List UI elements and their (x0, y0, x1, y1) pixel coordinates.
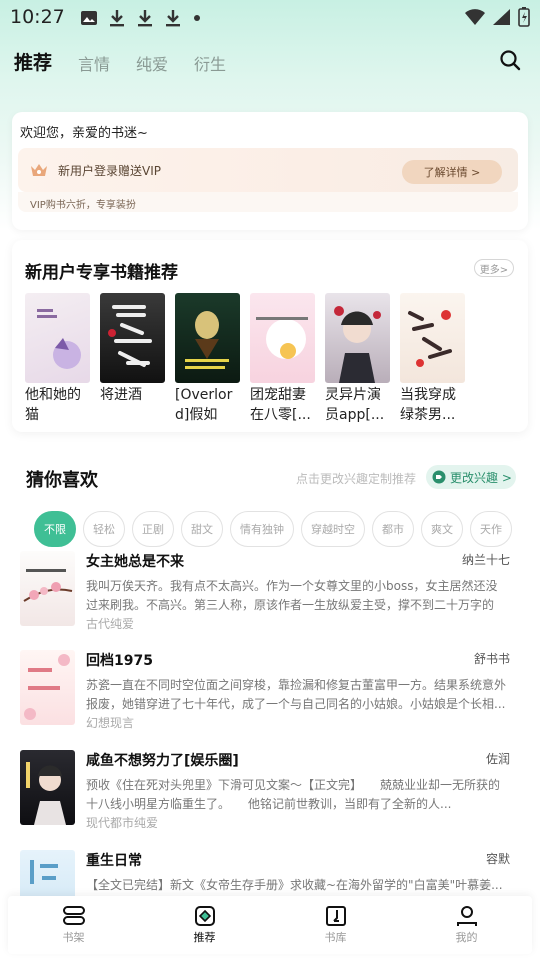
status-time: 10:27 (10, 6, 65, 28)
recommend-icon (194, 906, 215, 926)
download-icon (110, 10, 124, 27)
book-cover (400, 293, 465, 383)
download-icon (166, 10, 180, 27)
list-item-title: 重生日常 (86, 853, 142, 869)
guess-title: 猜你喜欢 (26, 470, 98, 491)
tag-item[interactable]: 都市 (372, 511, 414, 547)
bottom-nav: 书架 推荐 书库 我的 (8, 896, 532, 954)
tag-icon (432, 470, 446, 484)
list-item-author: 舒书书 (473, 652, 510, 666)
nav-profile[interactable]: 我的 (427, 905, 507, 945)
vip-details-button[interactable]: 了解详情 > (402, 160, 502, 184)
tag-item[interactable]: 穿越时空 (301, 511, 365, 547)
vip-banner[interactable]: 新用户登录赠送VIP 了解详情 > (18, 148, 518, 192)
tab-recommend[interactable]: 推荐 (11, 48, 55, 75)
list-item-title: 回档1975 (86, 653, 153, 669)
signal-icon (493, 9, 510, 25)
book-card[interactable]: 当我穿成绿茶男... (400, 293, 465, 425)
top-tab-bar: 推荐 言情 纯爱 衍生 (11, 48, 226, 75)
list-item-tags: 幻想现言 (86, 716, 135, 730)
book-cover (25, 293, 90, 383)
list-item-author: 容默 (485, 852, 510, 866)
list-item-desc: 苏瓷一直在不同时空位面之间穿梭，靠捡漏和修复古董富甲一方。结果系统意外报废，她错… (86, 678, 506, 711)
bookshelf-icon (62, 906, 85, 925)
profile-icon (456, 906, 477, 926)
nav-label: 推荐 (193, 931, 216, 944)
change-interest-label: 更改兴趣 > (450, 470, 512, 485)
tab-derivative[interactable]: 衍生 (194, 51, 226, 75)
tag-item[interactable]: 轻松 (83, 511, 125, 547)
book-row: 他和她的猫 将进酒 [Overlord]假如莫... 团宠甜妻在八零[... 灵… (25, 293, 465, 425)
tag-item[interactable]: 爽文 (421, 511, 463, 547)
list-item[interactable]: 重生日常 容默 【全文已完结】新文《女帝生存手册》求收藏~在海外留学的"白富美"… (20, 850, 512, 896)
book-title: 将进酒 (100, 387, 142, 403)
book-cover (20, 750, 75, 825)
guess-hint: 点击更改兴趣定制推荐 (296, 472, 417, 486)
welcome-greeting: 欢迎您，亲爱的书迷~ (20, 126, 148, 141)
list-item[interactable]: 回档1975 舒书书 苏瓷一直在不同时空位面之间穿梭，靠捡漏和修复古董富甲一方。… (20, 650, 512, 742)
book-card[interactable]: 将进酒 (100, 293, 165, 425)
book-cover (20, 850, 75, 896)
book-title: 团宠甜妻在八零[... (250, 387, 311, 423)
nav-bookshelf[interactable]: 书架 (34, 905, 114, 945)
nav-label: 书库 (324, 931, 347, 944)
nav-library[interactable]: 书库 (296, 905, 376, 945)
nav-recommend[interactable]: 推荐 (165, 905, 245, 945)
list-item-desc: 【全文已完结】新文《女帝生存手册》求收藏~在海外留学的"白富美"叶慕姜... (86, 878, 503, 892)
tab-romance[interactable]: 言情 (78, 51, 110, 75)
nav-label: 我的 (455, 931, 478, 944)
book-cover (20, 650, 75, 725)
list-item-desc: 我叫万俟天齐。我有点不太高兴。作为一个女尊文里的小boss，女主居然还没过来刷我… (86, 579, 498, 612)
new-user-books-section: 新用户专享书籍推荐 更多> 他和她的猫 将进酒 [Overlord]假如莫...… (12, 240, 528, 432)
tag-item[interactable]: 甜文 (181, 511, 223, 547)
tag-all[interactable]: 不限 (34, 511, 76, 547)
list-item-title: 女主她总是不来 (86, 554, 184, 570)
book-cover (100, 293, 165, 383)
tag-item[interactable]: 正剧 (132, 511, 174, 547)
wifi-icon (465, 9, 485, 25)
more-button[interactable]: 更多> (474, 259, 514, 277)
list-item[interactable]: 咸鱼不想努力了[娱乐圈] 佐润 预收《住在死对头兜里》下滑可见文案～【正文完】 … (20, 750, 512, 842)
nav-label: 书架 (62, 931, 85, 944)
book-cover (175, 293, 240, 383)
book-cover (20, 551, 75, 626)
battery-icon (518, 7, 530, 27)
book-card[interactable]: 团宠甜妻在八零[... (250, 293, 315, 425)
dot-icon (194, 15, 200, 21)
list-item-title: 咸鱼不想努力了[娱乐圈] (86, 753, 239, 769)
list-item-tags: 古代纯爱 (86, 617, 135, 631)
welcome-card: 欢迎您，亲爱的书迷~ 新用户登录赠送VIP 了解详情 > VIP购书六折，专享装… (12, 112, 528, 230)
book-title: 当我穿成绿茶男... (400, 387, 456, 423)
image-icon (81, 11, 97, 25)
list-item-author: 纳兰十七 (461, 553, 510, 567)
list-item[interactable]: 女主她总是不来 纳兰十七 我叫万俟天齐。我有点不太高兴。作为一个女尊文里的小bo… (20, 551, 512, 643)
library-icon (325, 906, 346, 926)
book-title: [Overlord]假如莫... (175, 387, 233, 423)
vip-text: 新用户登录赠送VIP (58, 164, 161, 178)
interest-tag-bar: 不限 轻松 正剧 甜文 情有独钟 穿越时空 都市 爽文 天作 (34, 511, 540, 547)
list-item-desc: 预收《住在死对头兜里》下滑可见文案～【正文完】 兢兢业业却一无所获的十八线小明星… (86, 778, 501, 811)
crown-icon (31, 164, 47, 176)
change-interest-button[interactable]: 更改兴趣 > (426, 465, 516, 489)
tag-item[interactable]: 情有独钟 (230, 511, 294, 547)
book-title: 灵异片演员app[... (325, 387, 385, 423)
book-cover (325, 293, 390, 383)
list-item-tags: 现代都市纯爱 (86, 816, 159, 830)
vip-sub-strip: VIP购书六折，专享装扮 (18, 192, 518, 212)
tab-pure-love[interactable]: 纯爱 (136, 51, 168, 75)
book-cover (250, 293, 315, 383)
list-item-author: 佐润 (485, 752, 510, 766)
book-title: 他和她的猫 (25, 387, 81, 423)
book-card[interactable]: [Overlord]假如莫... (175, 293, 240, 425)
book-card[interactable]: 灵异片演员app[... (325, 293, 390, 425)
vip-subtext: VIP购书六折，专享装扮 (30, 200, 136, 211)
book-card[interactable]: 他和她的猫 (25, 293, 90, 425)
search-icon[interactable] (498, 48, 522, 72)
tag-item[interactable]: 天作 (470, 511, 512, 547)
section-title: 新用户专享书籍推荐 (25, 263, 178, 283)
status-bar: 10:27 (0, 0, 540, 36)
download-icon (138, 10, 152, 27)
